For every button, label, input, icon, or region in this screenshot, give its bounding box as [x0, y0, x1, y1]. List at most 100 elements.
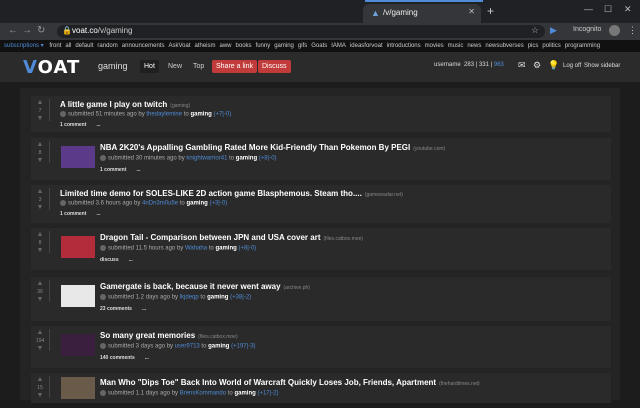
downvote-icon[interactable]: ▼	[36, 157, 44, 165]
post-subverse[interactable]: gaming	[190, 112, 211, 118]
voat-logo[interactable]: VOAT	[23, 57, 80, 78]
post-title[interactable]: NBA 2K20's Appalling Gambling Rated More…	[100, 143, 445, 152]
subverse-link[interactable]: front	[49, 43, 61, 49]
extension-icon[interactable]: ▶	[550, 25, 557, 36]
tab-hot[interactable]: Hot	[140, 60, 159, 73]
post-domain[interactable]: (youtube.com)	[413, 146, 445, 152]
share-link-button[interactable]: Share a link	[212, 60, 257, 73]
subverse-link[interactable]: newsubverses	[485, 43, 523, 49]
gear-icon[interactable]: ⚙	[533, 60, 541, 71]
upvote-icon[interactable]: ▲	[36, 141, 44, 149]
bookmark-star-icon[interactable]: ☆	[531, 25, 539, 36]
show-sidebar-link[interactable]: Show sidebar	[584, 63, 620, 69]
subverse-link[interactable]: default	[75, 43, 93, 49]
back-icon[interactable]: ←	[8, 25, 18, 36]
post-subverse[interactable]: gaming	[186, 201, 207, 207]
upvote-icon[interactable]: ▲	[36, 188, 44, 196]
post-domain[interactable]: (thehardtimes.net)	[439, 381, 480, 387]
subscriptions-dropdown[interactable]: subscriptions ▾	[4, 43, 44, 49]
lightbulb-icon[interactable]: 💡	[548, 60, 559, 71]
post-author[interactable]: BrensKommando	[180, 391, 226, 397]
post-thumbnail[interactable]	[61, 334, 95, 356]
downvote-icon[interactable]: ▼	[36, 345, 44, 353]
post-subverse[interactable]: gaming	[208, 344, 229, 350]
upvote-icon[interactable]: ▲	[36, 99, 44, 107]
upvote-icon[interactable]: ▲	[36, 231, 44, 239]
message-count[interactable]: 963	[494, 62, 504, 68]
comments-link[interactable]: 1 comment	[60, 122, 86, 128]
upvote-icon[interactable]: ▲	[36, 329, 44, 337]
post-author[interactable]: lkjdeqp	[180, 295, 199, 301]
subverse-link[interactable]: funny	[256, 43, 271, 49]
post-title[interactable]: Limited time demo for SOLES-LIKE 2D acti…	[60, 189, 403, 198]
subverse-link[interactable]: IAMA	[331, 43, 346, 49]
post-thumbnail[interactable]	[61, 285, 95, 307]
subverse-name[interactable]: gaming	[98, 61, 128, 71]
downvote-icon[interactable]: ▼	[36, 392, 44, 400]
reload-icon[interactable]: ↻	[37, 25, 45, 36]
tab-new[interactable]: New	[164, 60, 186, 73]
post-domain[interactable]: (gaming)	[170, 103, 190, 109]
new-tab-button[interactable]: +	[487, 4, 494, 18]
post-author[interactable]: Wahaha	[185, 246, 207, 252]
post-domain[interactable]: (files.catbox.moe)	[198, 334, 237, 340]
post-subverse[interactable]: gaming	[215, 246, 236, 252]
subverse-link[interactable]: movies	[425, 43, 444, 49]
downvote-icon[interactable]: ▼	[36, 296, 44, 304]
omnibox[interactable]: 🔒 voat.co/v/gaming ☆	[57, 25, 545, 38]
subverse-link[interactable]: politics	[542, 43, 560, 49]
subverse-link[interactable]: random	[97, 43, 117, 49]
close-tab-icon[interactable]: ✕	[468, 7, 475, 16]
subverse-link[interactable]: news	[467, 43, 481, 49]
post-author[interactable]: knightwarrior41	[186, 156, 227, 162]
more-options[interactable]: ...	[142, 306, 146, 312]
post-subverse[interactable]: gaming	[234, 391, 255, 397]
subverse-link[interactable]: introductions	[387, 43, 421, 49]
subverse-link[interactable]: music	[448, 43, 464, 49]
more-options[interactable]: ...	[129, 257, 133, 263]
tab-top[interactable]: Top	[189, 60, 208, 73]
more-options[interactable]: ...	[96, 211, 100, 217]
maximize-icon[interactable]: ☐	[604, 4, 612, 15]
post-title[interactable]: Man Who "Dips Toe" Back Into World of Wa…	[100, 378, 480, 387]
post-title[interactable]: So many great memories (files.catbox.moe)	[100, 331, 238, 340]
comments-link[interactable]: 140 comments	[100, 355, 135, 361]
downvote-icon[interactable]: ▼	[36, 115, 44, 123]
post-author[interactable]: thedaylemine	[146, 112, 182, 118]
subverse-link[interactable]: gifs	[298, 43, 307, 49]
upvote-icon[interactable]: ▲	[36, 280, 44, 288]
subverse-link[interactable]: ideasforvoat	[350, 43, 383, 49]
post-thumbnail[interactable]	[61, 236, 95, 258]
discuss-button[interactable]: Discuss	[258, 60, 291, 73]
browser-menu-icon[interactable]: ⋮	[628, 25, 637, 36]
close-window-icon[interactable]: ✕	[624, 4, 632, 15]
comments-link[interactable]: 1 comment	[100, 167, 126, 173]
subverse-link[interactable]: AskVoat	[168, 43, 190, 49]
comments-link[interactable]: discuss	[100, 257, 119, 263]
post-domain[interactable]: (files.catbox.moe)	[324, 236, 363, 242]
subverse-link[interactable]: Goats	[311, 43, 327, 49]
username-link[interactable]: username	[434, 62, 461, 68]
downvote-icon[interactable]: ▼	[36, 247, 44, 255]
logout-link[interactable]: Log off	[563, 63, 581, 69]
more-options[interactable]: ...	[96, 122, 100, 128]
subverse-link[interactable]: gaming	[274, 43, 294, 49]
post-author[interactable]: user9713	[175, 344, 200, 350]
post-domain[interactable]: (archive.ph)	[284, 285, 310, 291]
more-options[interactable]: ...	[145, 355, 149, 361]
downvote-icon[interactable]: ▼	[36, 204, 44, 212]
comments-link[interactable]: 1 comment	[60, 211, 86, 217]
post-author[interactable]: 4nDn3m0u5e	[142, 201, 178, 207]
comments-link[interactable]: 23 comments	[100, 306, 132, 312]
post-title[interactable]: A little game I play on twitch (gaming)	[60, 100, 190, 109]
post-title[interactable]: Gamergate is back, because it never went…	[100, 282, 310, 291]
subverse-link[interactable]: pics	[528, 43, 539, 49]
subverse-link[interactable]: all	[65, 43, 71, 49]
post-subverse[interactable]: gaming	[236, 156, 257, 162]
minimize-icon[interactable]: —	[584, 4, 593, 14]
post-subverse[interactable]: gaming	[207, 295, 228, 301]
forward-icon[interactable]: →	[22, 25, 32, 36]
more-options[interactable]: ...	[136, 167, 140, 173]
subverse-link[interactable]: aww	[220, 43, 232, 49]
upvote-icon[interactable]: ▲	[36, 376, 44, 384]
